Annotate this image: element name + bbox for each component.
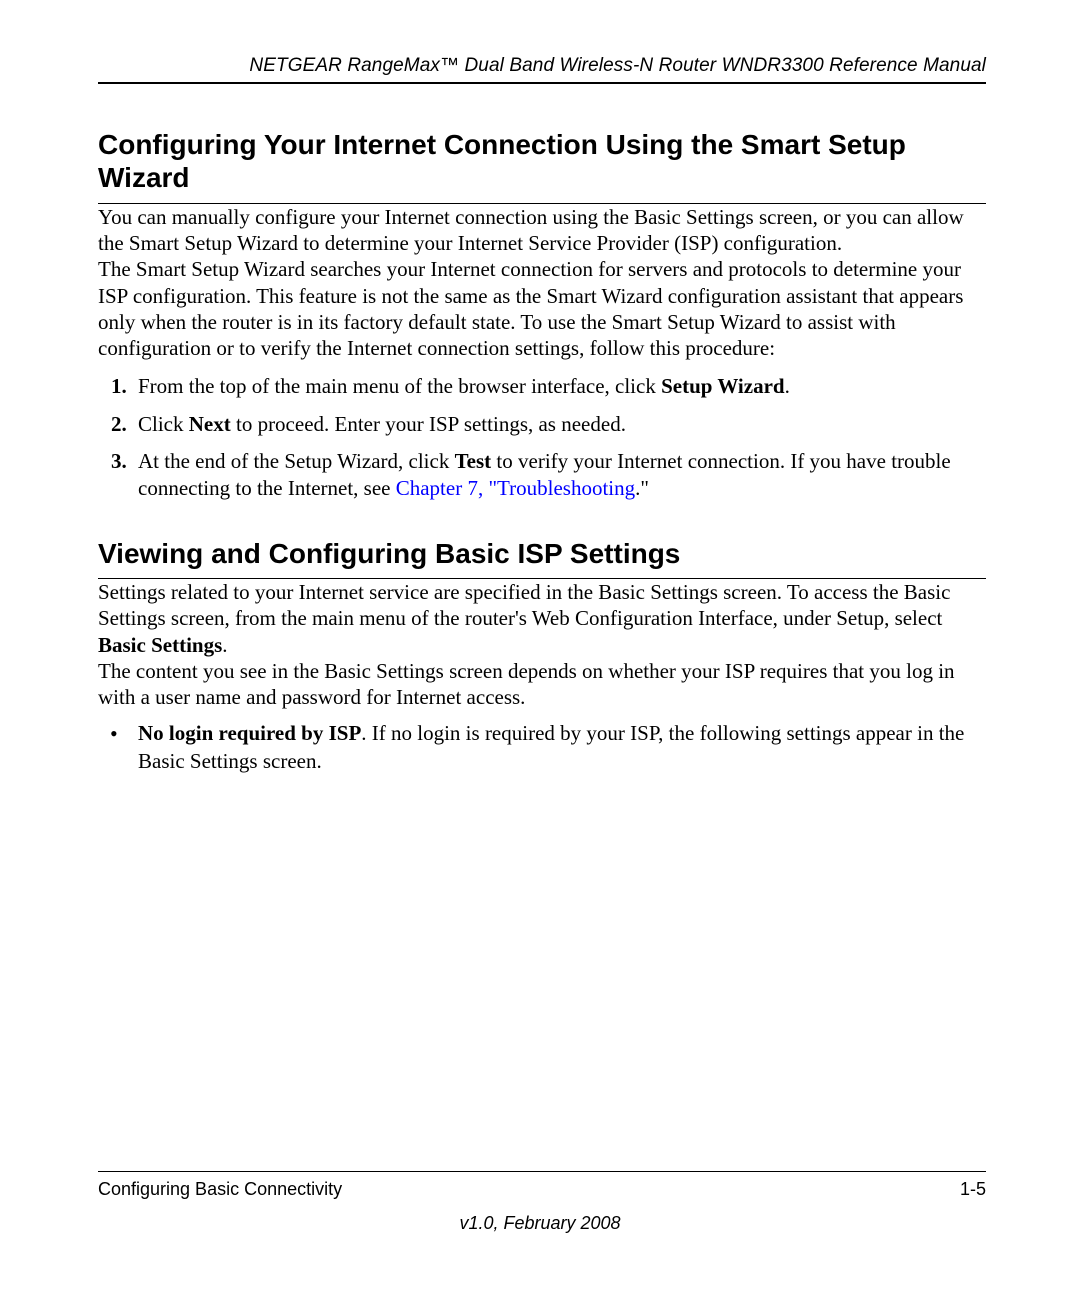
text: .": [635, 476, 649, 500]
page-footer: Configuring Basic Connectivity 1-5: [98, 1171, 986, 1201]
footer-chapter: Configuring Basic Connectivity: [98, 1178, 342, 1201]
paragraph: The content you see in the Basic Setting…: [98, 658, 986, 711]
crossref-link-troubleshooting[interactable]: Chapter 7, "Troubleshooting: [396, 476, 635, 500]
text: Click: [138, 412, 189, 436]
paragraph: Settings related to your Internet servic…: [98, 579, 986, 658]
section-heading-smart-setup: Configuring Your Internet Connection Usi…: [98, 128, 986, 204]
section-heading-basic-isp: Viewing and Configuring Basic ISP Settin…: [98, 537, 986, 580]
step-item: Click Next to proceed. Enter your ISP se…: [132, 411, 986, 438]
paragraph: The Smart Setup Wizard searches your Int…: [98, 256, 986, 361]
footer-page-number: 1-5: [960, 1178, 986, 1201]
paragraph: You can manually configure your Internet…: [98, 204, 986, 257]
manual-page: NETGEAR RangeMax™ Dual Band Wireless-N R…: [0, 0, 1080, 1296]
ordered-steps: From the top of the main menu of the bro…: [98, 373, 986, 502]
footer-version: v1.0, February 2008: [0, 1212, 1080, 1235]
bold-text: Test: [455, 449, 492, 473]
bold-text: Next: [189, 412, 231, 436]
text: .: [785, 374, 790, 398]
list-item: No login required by ISP. If no login is…: [132, 720, 986, 775]
bold-text: Setup Wizard: [661, 374, 785, 398]
text: to proceed. Enter your ISP settings, as …: [231, 412, 626, 436]
bold-text: Basic Settings: [98, 633, 222, 657]
text: .: [222, 633, 227, 657]
step-item: At the end of the Setup Wizard, click Te…: [132, 448, 986, 503]
bold-text: No login required by ISP: [138, 721, 361, 745]
bullet-list: No login required by ISP. If no login is…: [98, 720, 986, 775]
text: From the top of the main menu of the bro…: [138, 374, 661, 398]
running-header: NETGEAR RangeMax™ Dual Band Wireless-N R…: [98, 54, 986, 84]
step-item: From the top of the main menu of the bro…: [132, 373, 986, 400]
text: At the end of the Setup Wizard, click: [138, 449, 455, 473]
text: Settings related to your Internet servic…: [98, 580, 950, 630]
